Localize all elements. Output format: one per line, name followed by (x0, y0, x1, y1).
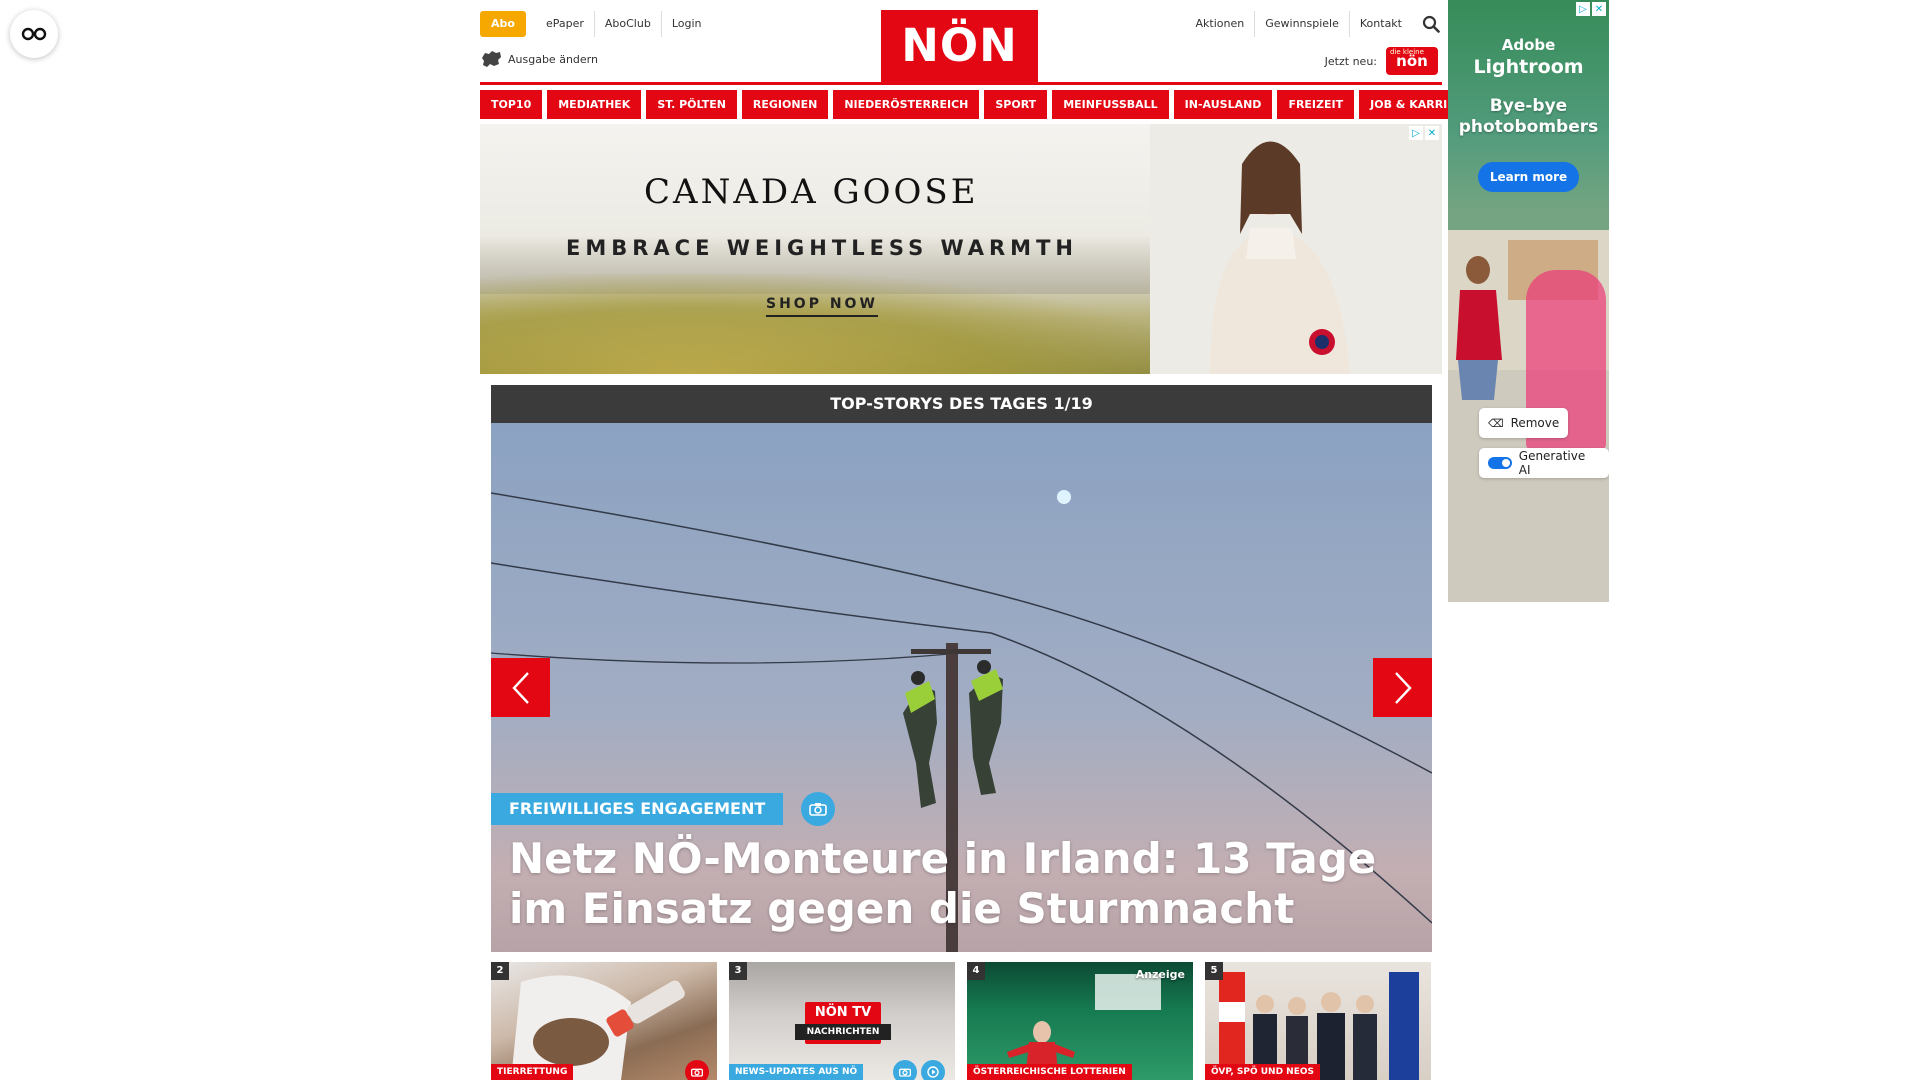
ad-choices[interactable]: ▷ ✕ (1409, 126, 1439, 140)
nav-item-st-poelten[interactable]: ST. PÖLTEN (646, 90, 737, 119)
nav-item-mediathek[interactable]: MEDIATHEK (547, 90, 642, 119)
login-link[interactable]: Login (660, 11, 712, 37)
remove-chip: ⌫ Remove (1479, 408, 1569, 438)
carousel-tag-row: FREIWILLIGES ENGAGEMENT (491, 792, 836, 826)
toggle-icon (1488, 457, 1512, 469)
edition-label: Ausgabe ändern (508, 52, 598, 66)
thumb-number: 3 (729, 962, 747, 980)
story-thumbnails: 2 TIERRETTUNG NÖN TV NACHRICHTEN 3 NEWS-… (491, 962, 1432, 1080)
learn-more-button[interactable]: Learn more (1478, 162, 1579, 192)
generative-ai-chip: Generative AI (1479, 448, 1609, 478)
glasses-icon (21, 27, 47, 41)
epaper-link[interactable]: ePaper (536, 11, 594, 37)
thumb-category: TIERRETTUNG (491, 1064, 574, 1080)
carousel-next-button[interactable] (1373, 658, 1432, 717)
top-stories-carousel: TOP-STORYS DES TAGES 1/19 FREIWILLIGES E… (491, 385, 1432, 952)
camera-icon (801, 792, 836, 826)
ad-tagline: EMBRACE WEIGHTLESS WARMTH (566, 236, 1078, 260)
canada-goose-banner-ad[interactable]: CANADA GOOSE EMBRACE WEIGHTLESS WARMTH S… (480, 124, 1442, 374)
thumb-number: 4 (967, 962, 985, 980)
nav-item-top10[interactable]: TOP10 (480, 90, 543, 119)
adchoices-icon[interactable]: ▷ (1576, 2, 1590, 16)
nav-item-regionen[interactable]: REGIONEN (741, 90, 829, 119)
thumb-story-4[interactable]: 4 Anzeige ÖSTERREICHISCHE LOTTERIEN (967, 962, 1193, 1080)
nav-item-freizeit[interactable]: FREIZEIT (1277, 90, 1355, 119)
ad-shop-now-link[interactable]: SHOP NOW (766, 296, 878, 317)
thumb-number: 2 (491, 962, 509, 980)
thumb-story-2[interactable]: 2 TIERRETTUNG (491, 962, 717, 1080)
aktionen-link[interactable]: Aktionen (1186, 11, 1255, 37)
nachrichten-label: NACHRICHTEN (795, 1024, 891, 1040)
main-nav: TOP10 MEDIATHEK ST. PÖLTEN REGIONEN NIED… (480, 90, 1482, 119)
page-container: Abo ePaper AboClub Login Ausgabe ändern … (480, 0, 1482, 1080)
header-divider (480, 82, 1442, 85)
sky-ad-brand: Adobe Lightroom (1448, 34, 1609, 78)
thumb-story-3[interactable]: NÖN TV NACHRICHTEN 3 NEWS-UPDATES AUS NÖ (729, 962, 955, 1080)
carousel-headline[interactable]: Netz NÖ-Monteure in Irland: 13 Tage im E… (509, 834, 1409, 934)
nav-item-in-ausland[interactable]: IN-AUSLAND (1173, 90, 1273, 119)
aboclub-link[interactable]: AboClub (593, 11, 661, 37)
thumb-category: NEWS-UPDATES AUS NÖ (729, 1064, 864, 1080)
jetzt-neu-label: Jetzt neu: (1324, 54, 1377, 68)
sky-ad-brand-line2: Lightroom (1473, 56, 1584, 78)
ad-choices[interactable]: ▷ ✕ (1576, 2, 1606, 16)
adchoices-icon[interactable]: ▷ (1409, 126, 1423, 140)
chevron-right-icon (1394, 671, 1412, 704)
abo-button[interactable]: Abo (480, 11, 526, 37)
edition-switcher[interactable]: Ausgabe ändern (480, 50, 598, 68)
carousel-heading: TOP-STORYS DES TAGES 1/19 (491, 385, 1432, 423)
gewinnspiele-link[interactable]: Gewinnspiele (1254, 11, 1349, 37)
sky-ad-headline: Bye-bye photobombers (1458, 96, 1599, 137)
banner-background-field (480, 274, 1180, 374)
lower-austria-map-icon (482, 51, 501, 67)
ad-model-image (1150, 124, 1442, 374)
jetzt-neu: Jetzt neu: die kleine nön (1325, 47, 1438, 75)
thumb-story-5[interactable]: 5 ÖVP, SPÖ UND NEOS (1205, 962, 1431, 1080)
camera-icon (685, 1060, 709, 1080)
nav-item-sport[interactable]: SPORT (984, 90, 1048, 119)
thumb-category: ÖSTERREICHISCHE LOTTERIEN (967, 1064, 1132, 1080)
kontakt-link[interactable]: Kontakt (1348, 11, 1412, 37)
thumb-image-politicians (1219, 972, 1419, 1080)
sky-ad-brand-line1: Adobe (1501, 36, 1556, 54)
noen-tv-logo: NÖN TV (814, 1005, 872, 1020)
remove-chip-label: Remove (1510, 416, 1560, 430)
play-icon (921, 1060, 945, 1080)
top-links-right: Aktionen Gewinnspiele Kontakt (1186, 11, 1442, 37)
nav-item-niederoesterreich[interactable]: NIEDERÖSTERREICH (833, 90, 980, 119)
anzeige-label: Anzeige (1135, 968, 1185, 981)
nav-item-meinfussball[interactable]: MEINFUSSBALL (1052, 90, 1169, 119)
top-links-left: Abo ePaper AboClub Login (480, 11, 712, 37)
chevron-left-icon (511, 671, 529, 704)
close-icon[interactable]: ✕ (1425, 126, 1439, 140)
close-icon[interactable]: ✕ (1592, 2, 1606, 16)
die-kleine-noen-badge[interactable]: die kleine nön (1386, 47, 1438, 75)
search-icon[interactable] (1420, 13, 1442, 35)
accessibility-button[interactable] (10, 10, 58, 58)
site-header: Abo ePaper AboClub Login Ausgabe ändern … (480, 0, 1442, 85)
kleine-badge-top: die kleine (1390, 48, 1424, 56)
ad-brand: CANADA GOOSE (644, 172, 979, 212)
thumb-category: ÖVP, SPÖ UND NEOS (1205, 1064, 1320, 1080)
eraser-icon: ⌫ (1488, 416, 1504, 430)
noen-logo[interactable]: NÖN (881, 10, 1038, 82)
carousel-category[interactable]: FREIWILLIGES ENGAGEMENT (491, 793, 784, 825)
carousel-prev-button[interactable] (491, 658, 550, 717)
camera-icon (893, 1060, 917, 1080)
generative-ai-label: Generative AI (1518, 449, 1586, 477)
thumb-number: 5 (1205, 962, 1223, 980)
adobe-lightroom-skyscraper-ad[interactable]: ▷ ✕ Adobe Lightroom Bye-bye photobombers… (1448, 0, 1609, 602)
thumb-image-animal (511, 975, 685, 1080)
